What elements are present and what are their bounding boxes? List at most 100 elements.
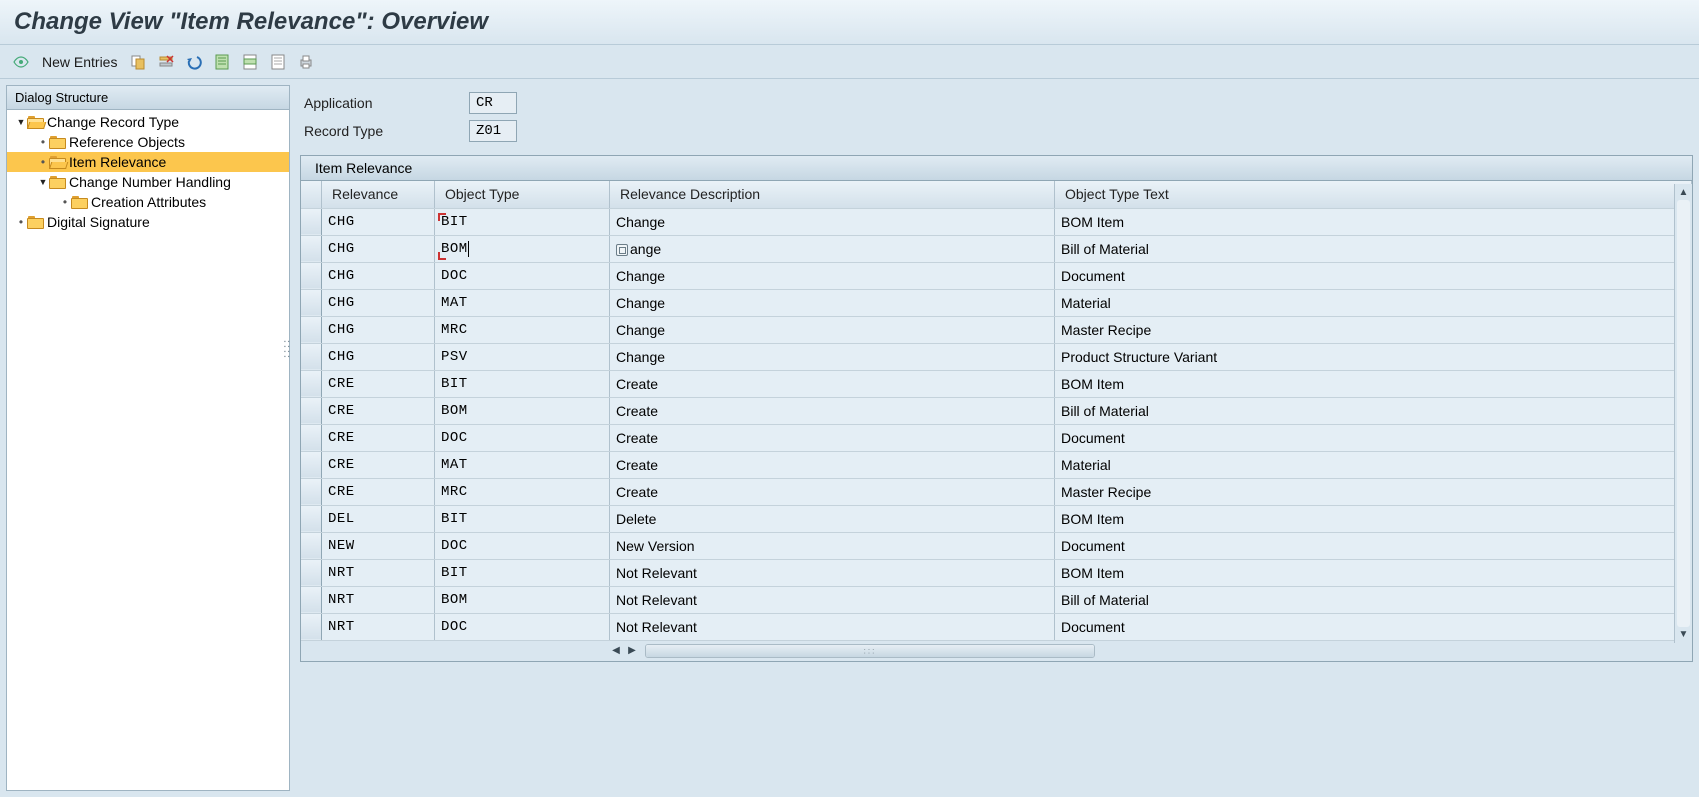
cell-relevance[interactable]: CRE <box>322 370 435 397</box>
row-selector[interactable] <box>301 289 322 316</box>
cell-relevance-description[interactable]: Change <box>610 289 1055 316</box>
tree-node[interactable]: ▼Change Record Type <box>7 112 289 132</box>
cell-relevance-description[interactable]: Delete <box>610 505 1055 532</box>
row-selector[interactable] <box>301 424 322 451</box>
cell-object-type-text[interactable]: Document <box>1055 424 1692 451</box>
panel-resize-handle[interactable]: ▪▪▪▪▪▪▪▪ <box>284 340 292 364</box>
row-selector[interactable] <box>301 505 322 532</box>
row-selector[interactable] <box>301 262 322 289</box>
cell-object-type[interactable]: PSV <box>435 343 610 370</box>
cell-relevance-description[interactable]: Create <box>610 424 1055 451</box>
cell-relevance[interactable]: NEW <box>322 532 435 559</box>
row-selector[interactable] <box>301 370 322 397</box>
cell-object-type[interactable]: MAT <box>435 289 610 316</box>
new-entries-button[interactable]: New Entries <box>38 52 121 72</box>
cell-relevance[interactable]: CHG <box>322 316 435 343</box>
tree-node[interactable]: •Digital Signature <box>7 212 289 232</box>
row-selector[interactable] <box>301 613 322 640</box>
tree-node[interactable]: •Item Relevance <box>7 152 289 172</box>
cell-object-type-text[interactable]: Material <box>1055 289 1692 316</box>
cell-relevance-description[interactable]: Create <box>610 397 1055 424</box>
scroll-up-icon[interactable]: ▲ <box>1675 184 1692 200</box>
cell-object-type[interactable]: BIT <box>435 505 610 532</box>
tree-node[interactable]: ▼Change Number Handling <box>7 172 289 192</box>
cell-object-type-text[interactable]: BOM Item <box>1055 208 1692 235</box>
cell-relevance[interactable]: NRT <box>322 613 435 640</box>
cell-relevance[interactable]: CHG <box>322 289 435 316</box>
cell-object-type-text[interactable]: Bill of Material <box>1055 586 1692 613</box>
cell-relevance[interactable]: CHG <box>322 262 435 289</box>
cell-object-type-text[interactable]: Master Recipe <box>1055 478 1692 505</box>
horizontal-scrollbar[interactable]: ::: <box>645 644 1095 658</box>
cell-object-type[interactable]: MRC <box>435 478 610 505</box>
scroll-left-icon[interactable]: ◀ <box>609 643 623 659</box>
delete-row-icon[interactable] <box>155 51 177 73</box>
select-block-icon[interactable] <box>239 51 261 73</box>
row-selector[interactable] <box>301 208 322 235</box>
cell-relevance[interactable]: DEL <box>322 505 435 532</box>
cell-relevance-description[interactable]: Change <box>610 208 1055 235</box>
cell-relevance-description[interactable]: Change <box>610 262 1055 289</box>
row-selector[interactable] <box>301 316 322 343</box>
cell-object-type[interactable]: BIT <box>435 559 610 586</box>
cell-object-type-text[interactable]: Bill of Material <box>1055 235 1692 262</box>
cell-object-type[interactable]: DOC <box>435 424 610 451</box>
tree-toggle-icon[interactable]: ▼ <box>15 112 27 132</box>
cell-object-type-text[interactable]: Document <box>1055 262 1692 289</box>
cell-relevance[interactable]: CRE <box>322 424 435 451</box>
application-field[interactable] <box>469 92 517 114</box>
cell-object-type-text[interactable]: Master Recipe <box>1055 316 1692 343</box>
cell-object-type-text[interactable]: Material <box>1055 451 1692 478</box>
col-header-object-type[interactable]: Object Type <box>435 181 610 208</box>
cell-relevance[interactable]: CRE <box>322 451 435 478</box>
cell-relevance[interactable]: CHG <box>322 235 435 262</box>
cell-relevance-description[interactable]: Create <box>610 451 1055 478</box>
cell-object-type-text[interactable]: Product Structure Variant <box>1055 343 1692 370</box>
cell-relevance[interactable]: CHG <box>322 208 435 235</box>
cell-object-type[interactable]: DOC <box>435 532 610 559</box>
tree-node[interactable]: •Creation Attributes <box>7 192 289 212</box>
cell-relevance-description[interactable]: Create <box>610 478 1055 505</box>
col-header-object-type-text[interactable]: Object Type Text <box>1055 181 1692 208</box>
row-selector[interactable] <box>301 478 322 505</box>
cell-object-type[interactable]: MRC <box>435 316 610 343</box>
value-help-icon[interactable] <box>616 244 628 256</box>
cell-object-type[interactable]: MAT <box>435 451 610 478</box>
tree-toggle-icon[interactable]: ▼ <box>37 172 49 192</box>
cell-relevance[interactable]: CHG <box>322 343 435 370</box>
cell-object-type-text[interactable]: Document <box>1055 613 1692 640</box>
copy-icon[interactable] <box>127 51 149 73</box>
cell-object-type[interactable]: BIT <box>435 370 610 397</box>
row-selector[interactable] <box>301 397 322 424</box>
cell-object-type-text[interactable]: BOM Item <box>1055 505 1692 532</box>
row-selector[interactable] <box>301 451 322 478</box>
row-selector[interactable] <box>301 532 322 559</box>
row-selector[interactable] <box>301 559 322 586</box>
cell-object-type-text[interactable]: Bill of Material <box>1055 397 1692 424</box>
cell-relevance[interactable]: CRE <box>322 397 435 424</box>
cell-relevance-description[interactable]: ange <box>610 235 1055 262</box>
tree-node[interactable]: •Reference Objects <box>7 132 289 152</box>
grid-corner[interactable] <box>301 181 322 208</box>
col-header-relevance-description[interactable]: Relevance Description <box>610 181 1055 208</box>
undo-icon[interactable] <box>183 51 205 73</box>
cell-object-type[interactable]: BIT <box>435 208 610 235</box>
cell-relevance-description[interactable]: New Version <box>610 532 1055 559</box>
col-header-relevance[interactable]: Relevance <box>322 181 435 208</box>
toggle-display-change-icon[interactable] <box>10 51 32 73</box>
cell-relevance-description[interactable]: Not Relevant <box>610 613 1055 640</box>
cell-object-type-text[interactable]: BOM Item <box>1055 370 1692 397</box>
cell-object-type[interactable]: BOM <box>435 235 610 262</box>
row-selector[interactable] <box>301 586 322 613</box>
cell-relevance[interactable]: NRT <box>322 559 435 586</box>
cell-relevance[interactable]: NRT <box>322 586 435 613</box>
cell-object-type[interactable]: BOM <box>435 586 610 613</box>
record-type-field[interactable] <box>469 120 517 142</box>
scroll-right-icon[interactable]: ▶ <box>625 643 639 659</box>
cell-relevance-description[interactable]: Create <box>610 370 1055 397</box>
cell-object-type-text[interactable]: BOM Item <box>1055 559 1692 586</box>
row-selector[interactable] <box>301 343 322 370</box>
cell-object-type-text[interactable]: Document <box>1055 532 1692 559</box>
select-all-icon[interactable] <box>211 51 233 73</box>
print-icon[interactable] <box>295 51 317 73</box>
